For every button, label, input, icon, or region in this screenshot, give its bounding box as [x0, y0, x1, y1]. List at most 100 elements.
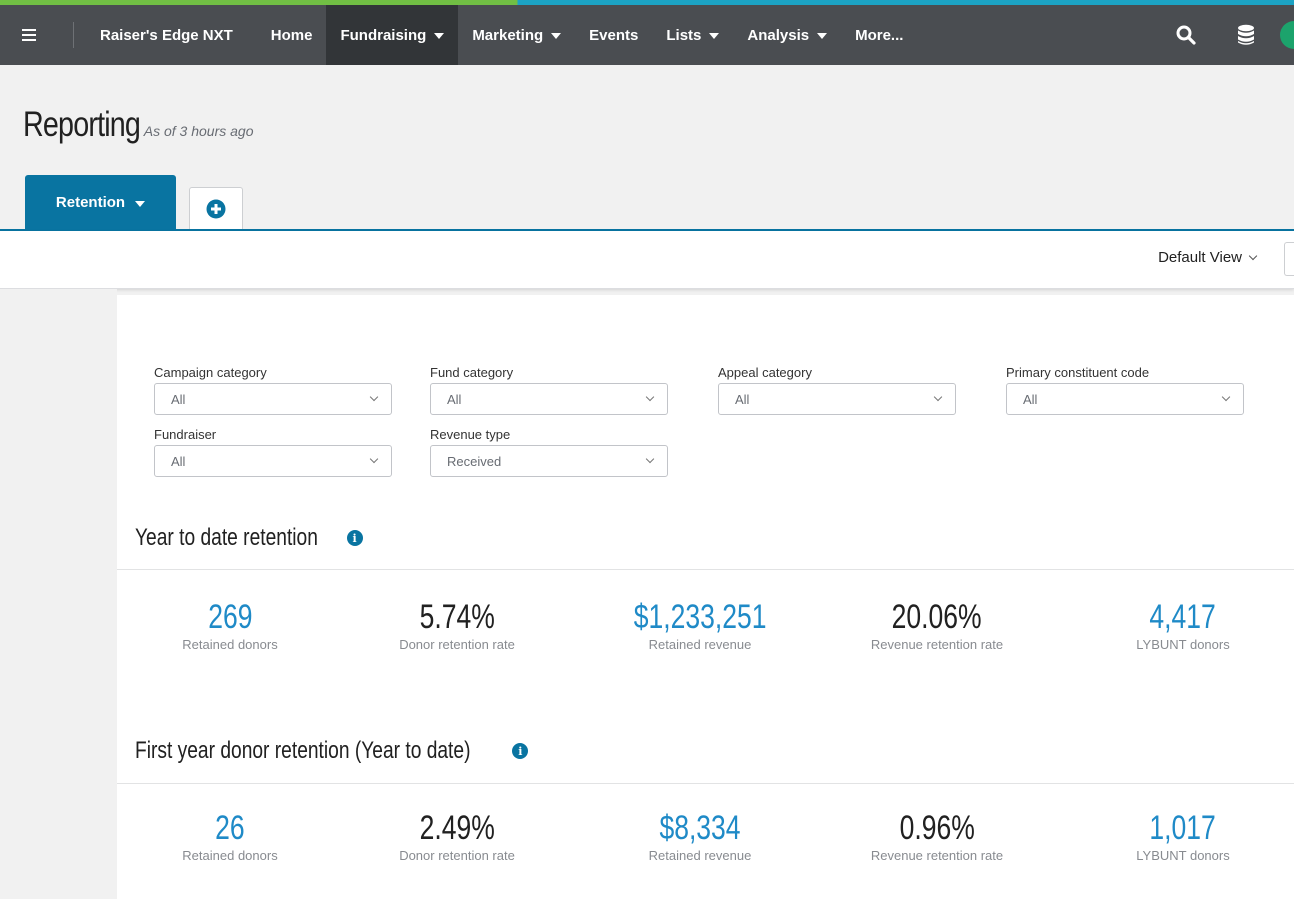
- nav-marketing[interactable]: Marketing: [458, 5, 575, 65]
- nav-events[interactable]: Events: [575, 5, 652, 65]
- kpi-label: Retained revenue: [648, 848, 752, 863]
- filter-label: Revenue type: [430, 427, 511, 442]
- filter-label: Fund category: [430, 365, 514, 380]
- avatar[interactable]: [1280, 21, 1294, 49]
- kpi-label: Revenue retention rate: [870, 848, 1004, 863]
- campaign-category-select[interactable]: All: [154, 383, 392, 415]
- nav-marketing-label: Marketing: [472, 26, 544, 44]
- first-year-retained-revenue: $8,334 Retained revenue: [600, 809, 800, 863]
- kpi-value[interactable]: 269: [208, 598, 252, 636]
- select-value: All: [447, 391, 462, 407]
- kpi-label: LYBUNT donors: [1136, 637, 1230, 652]
- chevron-down-icon: [1248, 251, 1258, 260]
- fund-category-select[interactable]: All: [430, 383, 668, 415]
- caret-down-icon: [434, 33, 445, 39]
- nav-fundraising[interactable]: Fundraising: [326, 5, 459, 65]
- database-button[interactable]: [1216, 5, 1276, 65]
- first-year-retained-donors: 26 Retained donors: [130, 809, 330, 863]
- nav-more-label: More...: [855, 26, 904, 44]
- view-options-button[interactable]: [1284, 242, 1294, 276]
- select-value: All: [171, 453, 186, 469]
- primary-constituent-code-select[interactable]: All: [1006, 383, 1244, 415]
- page-header: Reporting As of 3 hours ago: [23, 105, 254, 145]
- section-divider: [117, 783, 1294, 784]
- caret-down-icon: [135, 200, 146, 207]
- first-year-donor-retention-rate: 2.49% Donor retention rate: [357, 809, 557, 863]
- ytd-donor-retention-rate: 5.74% Donor retention rate: [357, 598, 557, 652]
- ytd-lybunt-donors: 4,417 LYBUNT donors: [1083, 598, 1283, 652]
- nav-analysis-label: Analysis: [747, 26, 810, 44]
- select-value: All: [171, 391, 186, 407]
- filter-label: Appeal category: [718, 365, 812, 380]
- select-value: Received: [447, 453, 502, 469]
- first-year-lybunt-donors: 1,017 LYBUNT donors: [1083, 809, 1283, 863]
- caret-down-icon: [551, 33, 562, 39]
- kpi-value: 2.49%: [419, 809, 495, 847]
- kpi-value[interactable]: 1,017: [1150, 809, 1216, 847]
- chevron-down-icon: [369, 454, 379, 464]
- chevron-down-icon: [1221, 392, 1231, 402]
- ytd-retained-donors: 269 Retained donors: [130, 598, 330, 652]
- appeal-category-select[interactable]: All: [718, 383, 956, 415]
- revenue-type-select[interactable]: Received: [430, 445, 668, 477]
- report-panel: Campaign category All Fund category All …: [117, 295, 1294, 899]
- caret-down-icon: [817, 33, 828, 39]
- page-subtitle: As of 3 hours ago: [143, 123, 254, 139]
- search-button[interactable]: [1156, 5, 1216, 65]
- filter-fundraiser: Fundraiser All: [154, 427, 392, 477]
- kpi-value: 0.96%: [899, 809, 975, 847]
- filter-label: Campaign category: [154, 365, 267, 380]
- chevron-down-icon: [645, 454, 655, 464]
- kpi-label: Retained donors: [182, 637, 278, 652]
- filter-campaign-category: Campaign category All: [154, 365, 392, 415]
- filter-label: Fundraiser: [154, 427, 217, 442]
- menu-button[interactable]: [0, 5, 74, 65]
- top-navbar: Raiser's Edge NXT Home Fundraising Marke…: [0, 5, 1294, 65]
- nav-analysis[interactable]: Analysis: [733, 5, 841, 65]
- filter-primary-constituent-code: Primary constituent code All: [1006, 365, 1244, 415]
- kpi-value[interactable]: $1,233,251: [634, 598, 767, 636]
- nav-lists-label: Lists: [666, 26, 702, 44]
- chevron-down-icon: [933, 392, 943, 402]
- kpi-value[interactable]: 4,417: [1150, 598, 1216, 636]
- first-year-title-text: First year donor retention (Year to date…: [135, 737, 471, 764]
- nav-home-label: Home: [270, 26, 313, 44]
- ytd-title-text: Year to date retention: [135, 524, 318, 551]
- nav-fundraising-label: Fundraising: [340, 26, 427, 44]
- select-value: All: [1023, 391, 1038, 407]
- caret-down-icon: [709, 33, 720, 39]
- tab-retention[interactable]: Retention: [25, 175, 176, 230]
- info-icon[interactable]: i: [512, 743, 529, 759]
- page-title: Reporting: [23, 105, 141, 144]
- kpi-label: Retained donors: [182, 848, 278, 863]
- view-selector[interactable]: Default View: [1158, 249, 1258, 266]
- filter-revenue-type: Revenue type Received: [430, 427, 668, 477]
- ytd-retained-revenue: $1,233,251 Retained revenue: [600, 598, 800, 652]
- kpi-value: 5.74%: [419, 598, 495, 636]
- database-icon: [1238, 24, 1254, 45]
- nav-home[interactable]: Home: [257, 5, 327, 65]
- kpi-value[interactable]: 26: [215, 809, 245, 847]
- left-gutter: [0, 289, 117, 899]
- view-selector-label: Default View: [1158, 249, 1242, 266]
- info-icon[interactable]: i: [346, 530, 363, 546]
- chevron-down-icon: [645, 392, 655, 402]
- hamburger-icon: [22, 29, 36, 41]
- brand-link[interactable]: Raiser's Edge NXT: [74, 5, 257, 65]
- kpi-label: Retained revenue: [648, 637, 752, 652]
- filter-appeal-category: Appeal category All: [718, 365, 956, 415]
- search-icon: [1176, 25, 1196, 45]
- kpi-value[interactable]: $8,334: [659, 809, 740, 847]
- kpi-label: LYBUNT donors: [1136, 848, 1230, 863]
- nav-lists[interactable]: Lists: [652, 5, 733, 65]
- fundraiser-select[interactable]: All: [154, 445, 392, 477]
- section-divider: [117, 569, 1294, 570]
- first-year-revenue-retention-rate: 0.96% Revenue retention rate: [837, 809, 1037, 863]
- filter-label: Primary constituent code: [1006, 365, 1150, 380]
- nav-more[interactable]: More...: [841, 5, 917, 65]
- ytd-revenue-retention-rate: 20.06% Revenue retention rate: [837, 598, 1037, 652]
- view-toolbar: Default View: [0, 231, 1294, 289]
- kpi-value: 20.06%: [892, 598, 982, 636]
- filter-fund-category: Fund category All: [430, 365, 668, 415]
- add-tab-button[interactable]: [189, 187, 243, 230]
